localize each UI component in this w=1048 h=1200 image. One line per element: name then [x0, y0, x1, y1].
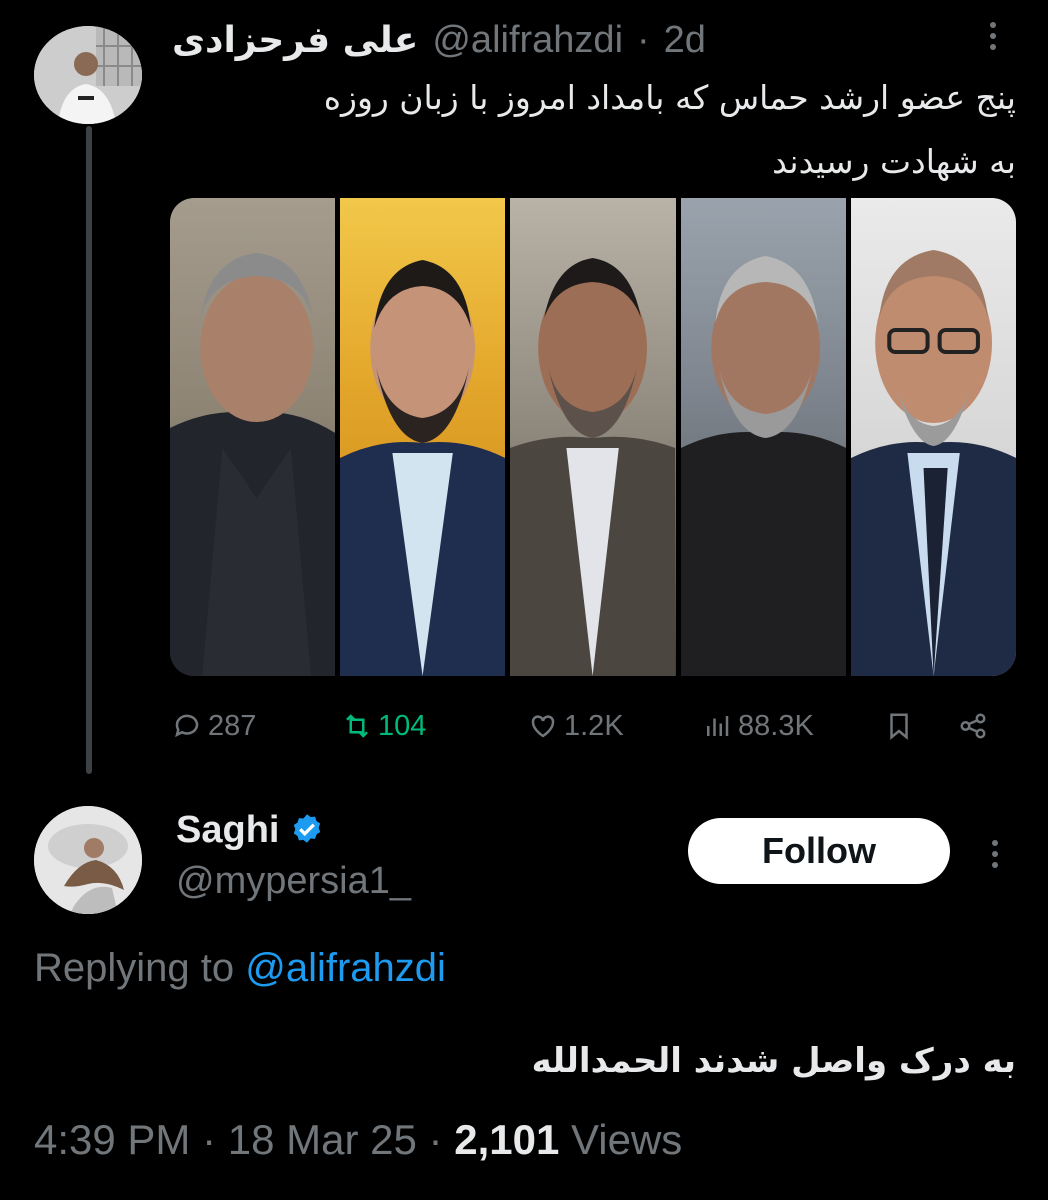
views-button[interactable]: 88.3K	[702, 700, 814, 752]
more-options-button[interactable]	[978, 16, 1008, 56]
avatar[interactable]	[34, 806, 142, 914]
repost-button[interactable]: 104	[342, 700, 426, 752]
avatar-photo	[34, 806, 142, 914]
views-count: 88.3K	[738, 709, 814, 742]
share-icon	[960, 713, 986, 739]
tweet-text-line: به شهادت رسیدند	[772, 142, 1016, 181]
reply-text: به درک واصل شدند الحمدالله	[531, 1041, 1016, 1081]
share-button[interactable]	[958, 700, 988, 752]
tweet-header: علی فرحزادی @alifrahzdi · 2d	[172, 14, 948, 66]
media-portrait-3	[510, 198, 676, 676]
tweet-date[interactable]: 18 Mar 25	[228, 1116, 417, 1163]
like-count: 1.2K	[564, 709, 624, 742]
separator-dot: ·	[428, 1116, 443, 1163]
media-portrait-2	[340, 198, 506, 676]
analytics-icon	[707, 716, 729, 736]
bookmark-button[interactable]	[884, 700, 914, 752]
bookmark-icon	[890, 713, 908, 740]
replying-mention-link[interactable]: @alifrahzdi	[245, 946, 446, 990]
separator-dot: ·	[637, 18, 650, 61]
separator-dot: ·	[202, 1116, 217, 1163]
tweet-metadata: 4:39 PM · 18 Mar 25 · 2,101 Views	[34, 1116, 682, 1164]
tweet-age[interactable]: 2d	[664, 19, 706, 62]
reply-count: 287	[208, 709, 257, 742]
tweet-text: پنج عضو ارشد حماس که بامداد امروز با زبا…	[172, 66, 1016, 194]
like-button[interactable]: 1.2K	[528, 700, 624, 752]
follow-button[interactable]: Follow	[688, 818, 950, 884]
views-label: Views	[571, 1116, 683, 1163]
tweet-media-image[interactable]	[170, 198, 1016, 676]
more-options-button[interactable]	[980, 834, 1010, 874]
view-count: 2,101	[454, 1116, 560, 1163]
heart-icon	[531, 715, 555, 738]
verified-badge-icon[interactable]	[289, 812, 325, 848]
repost-icon	[346, 714, 368, 738]
author-name[interactable]: Saghi	[176, 809, 279, 852]
media-portrait-1	[170, 198, 336, 676]
tweet-actions-bar: 287 104 1.2K 88.3K	[172, 700, 1002, 752]
reply-icon	[175, 714, 199, 738]
more-vertical-icon	[978, 16, 1008, 56]
author-name[interactable]: علی فرحزادی	[172, 20, 418, 61]
tweet-text-line: پنج عضو ارشد حماس که بامداد امروز با زبا…	[323, 78, 1016, 117]
media-portrait-5	[850, 198, 1016, 676]
author-handle[interactable]: @mypersia1_	[176, 860, 411, 903]
replying-to: Replying to @alifrahzdi	[34, 946, 446, 991]
media-portrait-4	[680, 198, 846, 676]
replying-prefix: Replying to	[34, 946, 235, 990]
thread-connector-line	[86, 126, 92, 774]
avatar[interactable]	[34, 26, 142, 124]
more-vertical-icon	[980, 834, 1010, 874]
repost-count: 104	[378, 709, 427, 742]
tweet-time[interactable]: 4:39 PM	[34, 1116, 190, 1163]
author-handle[interactable]: @alifrahzdi	[432, 19, 623, 62]
reply-author: Saghi	[176, 806, 325, 854]
avatar-photo	[34, 26, 142, 124]
reply-button[interactable]: 287	[172, 700, 256, 752]
